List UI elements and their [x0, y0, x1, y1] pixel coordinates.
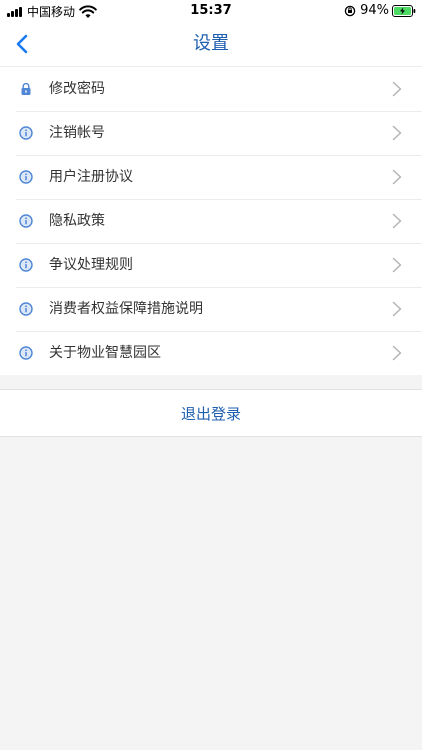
- info-icon: [19, 214, 33, 228]
- info-icon: [19, 170, 33, 184]
- settings-item-deactivate-account[interactable]: 注销帐号: [0, 111, 422, 155]
- chevron-left-icon: [16, 34, 28, 54]
- logout-label: 退出登录: [180, 404, 241, 423]
- battery-percent: 94%: [360, 3, 389, 18]
- settings-item-label: 消费者权益保障措施说明: [49, 301, 203, 317]
- info-icon: [19, 302, 33, 316]
- settings-list: 修改密码 注销帐号 用户注册协议 隐私政策 争议处理规则 消费者权益保障措施说明…: [0, 66, 422, 375]
- chevron-right-icon: [392, 125, 402, 141]
- info-icon: [19, 346, 33, 360]
- chevron-right-icon: [392, 169, 402, 185]
- settings-item-consumer-rights[interactable]: 消费者权益保障措施说明: [0, 287, 422, 331]
- chevron-right-icon: [392, 345, 402, 361]
- status-bar: 中国移动 15:37 94%: [0, 0, 422, 22]
- logout-button[interactable]: 退出登录: [0, 389, 422, 437]
- chevron-right-icon: [392, 213, 402, 229]
- settings-item-label: 争议处理规则: [49, 257, 133, 273]
- settings-item-label: 注销帐号: [49, 125, 105, 141]
- settings-item-label: 关于物业智慧园区: [49, 345, 161, 361]
- settings-item-dispute-rules[interactable]: 争议处理规则: [0, 243, 422, 287]
- rotation-lock-icon: [344, 5, 356, 16]
- settings-item-change-password[interactable]: 修改密码: [0, 67, 422, 111]
- info-icon: [19, 126, 33, 140]
- chevron-right-icon: [392, 257, 402, 273]
- settings-item-about[interactable]: 关于物业智慧园区: [0, 331, 422, 375]
- settings-item-label: 修改密码: [49, 81, 105, 97]
- settings-item-label: 用户注册协议: [49, 169, 133, 185]
- status-right: 94%: [344, 3, 416, 18]
- chevron-right-icon: [392, 301, 402, 317]
- nav-bar: 设置: [0, 22, 422, 66]
- battery-charging-icon: [392, 4, 416, 17]
- settings-item-privacy-policy[interactable]: 隐私政策: [0, 199, 422, 243]
- settings-item-label: 隐私政策: [49, 213, 105, 229]
- lock-icon: [21, 82, 31, 95]
- settings-item-user-agreement[interactable]: 用户注册协议: [0, 155, 422, 199]
- chevron-right-icon: [392, 81, 402, 97]
- info-icon: [19, 258, 33, 272]
- back-button[interactable]: [0, 22, 44, 66]
- page-title: 设置: [193, 33, 229, 54]
